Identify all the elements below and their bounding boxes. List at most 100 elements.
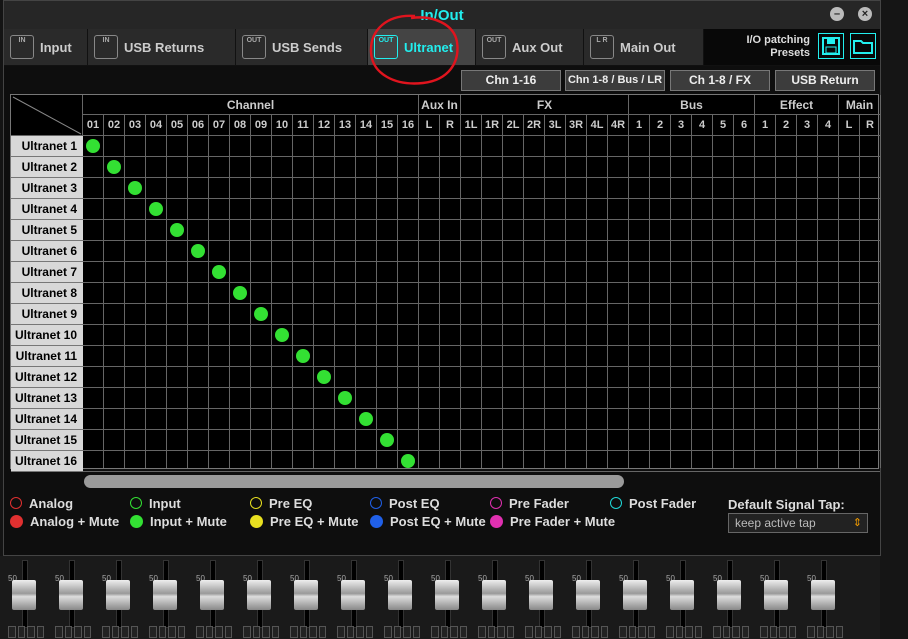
matrix-cell[interactable]	[776, 325, 796, 345]
matrix-cell[interactable]	[713, 367, 733, 387]
matrix-cell[interactable]	[650, 430, 670, 450]
matrix-cell[interactable]	[461, 283, 481, 303]
matrix-cell[interactable]	[692, 262, 712, 282]
matrix-cell[interactable]	[524, 241, 544, 261]
matrix-cell[interactable]	[230, 199, 250, 219]
matrix-cell[interactable]	[482, 346, 502, 366]
matrix-cell[interactable]	[335, 346, 355, 366]
matrix-cell[interactable]	[608, 283, 628, 303]
matrix-cell[interactable]	[251, 325, 271, 345]
matrix-cell[interactable]	[356, 220, 376, 240]
matrix-cell[interactable]	[230, 367, 250, 387]
matrix-cell[interactable]	[776, 157, 796, 177]
matrix-cell[interactable]	[482, 178, 502, 198]
matrix-cell[interactable]	[860, 451, 880, 471]
matrix-cell[interactable]	[230, 136, 250, 156]
matrix-cell[interactable]	[608, 136, 628, 156]
matrix-cell[interactable]	[377, 136, 397, 156]
matrix-cell[interactable]	[566, 325, 586, 345]
matrix-cell[interactable]	[587, 325, 607, 345]
matrix-cell[interactable]	[566, 430, 586, 450]
matrix-cell[interactable]	[755, 157, 775, 177]
matrix-cell[interactable]	[734, 136, 754, 156]
matrix-cell[interactable]	[524, 178, 544, 198]
matrix-cell[interactable]	[314, 241, 334, 261]
matrix-cell[interactable]	[398, 325, 418, 345]
matrix-cell[interactable]	[398, 262, 418, 282]
matrix-cell[interactable]	[251, 157, 271, 177]
matrix-cell[interactable]	[83, 241, 103, 261]
tab-main-out[interactable]: L R Main Out	[584, 29, 704, 65]
matrix-cell[interactable]	[818, 136, 838, 156]
view-usb-return-button[interactable]: USB Return	[775, 70, 875, 91]
matrix-cell[interactable]	[293, 409, 313, 429]
matrix-cell[interactable]	[377, 262, 397, 282]
matrix-cell[interactable]	[125, 430, 145, 450]
matrix-cell[interactable]	[818, 220, 838, 240]
matrix-cell[interactable]	[356, 136, 376, 156]
matrix-cell[interactable]	[650, 241, 670, 261]
matrix-cell[interactable]	[713, 451, 733, 471]
matrix-cell[interactable]	[482, 199, 502, 219]
matrix-cell[interactable]	[713, 157, 733, 177]
matrix-cell[interactable]	[755, 451, 775, 471]
matrix-cell[interactable]	[818, 199, 838, 219]
matrix-cell[interactable]	[314, 136, 334, 156]
channel-fader[interactable]: 50	[382, 558, 422, 639]
matrix-cell[interactable]	[104, 325, 124, 345]
matrix-cell[interactable]	[734, 451, 754, 471]
matrix-cell[interactable]	[461, 262, 481, 282]
matrix-cell[interactable]	[587, 388, 607, 408]
matrix-cell[interactable]	[314, 157, 334, 177]
matrix-cell[interactable]	[104, 451, 124, 471]
route-dot[interactable]	[212, 265, 226, 279]
tab-aux-out[interactable]: OUT Aux Out	[476, 29, 584, 65]
matrix-cell[interactable]	[713, 325, 733, 345]
matrix-cell[interactable]	[419, 367, 439, 387]
matrix-cell[interactable]	[818, 451, 838, 471]
matrix-cell[interactable]	[293, 157, 313, 177]
matrix-cell[interactable]	[461, 178, 481, 198]
matrix-cell[interactable]	[188, 451, 208, 471]
close-button[interactable]: ×	[858, 7, 872, 21]
matrix-cell[interactable]	[125, 304, 145, 324]
matrix-cell[interactable]	[419, 178, 439, 198]
matrix-cell[interactable]	[713, 178, 733, 198]
matrix-cell[interactable]	[503, 367, 523, 387]
matrix-cell[interactable]	[356, 451, 376, 471]
matrix-cell[interactable]	[419, 262, 439, 282]
matrix-cell[interactable]	[608, 262, 628, 282]
matrix-cell[interactable]	[650, 283, 670, 303]
matrix-cell[interactable]	[335, 430, 355, 450]
channel-fader[interactable]: 50	[758, 558, 798, 639]
matrix-cell[interactable]	[839, 367, 859, 387]
matrix-cell[interactable]	[482, 304, 502, 324]
channel-fader[interactable]: 50	[100, 558, 140, 639]
matrix-cell[interactable]	[83, 325, 103, 345]
matrix-cell[interactable]	[545, 430, 565, 450]
matrix-cell[interactable]	[587, 451, 607, 471]
matrix-cell[interactable]	[146, 262, 166, 282]
matrix-cell[interactable]	[860, 199, 880, 219]
matrix-cell[interactable]	[587, 199, 607, 219]
matrix-cell[interactable]	[650, 178, 670, 198]
matrix-cell[interactable]	[692, 430, 712, 450]
matrix-cell[interactable]	[335, 367, 355, 387]
matrix-cell[interactable]	[335, 304, 355, 324]
matrix-cell[interactable]	[839, 304, 859, 324]
matrix-cell[interactable]	[713, 409, 733, 429]
channel-fader[interactable]: 50	[194, 558, 234, 639]
matrix-cell[interactable]	[566, 346, 586, 366]
matrix-cell[interactable]	[440, 304, 460, 324]
matrix-cell[interactable]	[377, 304, 397, 324]
matrix-cell[interactable]	[230, 325, 250, 345]
matrix-cell[interactable]	[314, 283, 334, 303]
matrix-cell[interactable]	[860, 220, 880, 240]
matrix-cell[interactable]	[167, 409, 187, 429]
matrix-cell[interactable]	[104, 199, 124, 219]
matrix-cell[interactable]	[545, 346, 565, 366]
matrix-cell[interactable]	[104, 220, 124, 240]
channel-fader[interactable]: 50	[6, 558, 46, 639]
matrix-cell[interactable]	[734, 409, 754, 429]
matrix-cell[interactable]	[251, 136, 271, 156]
